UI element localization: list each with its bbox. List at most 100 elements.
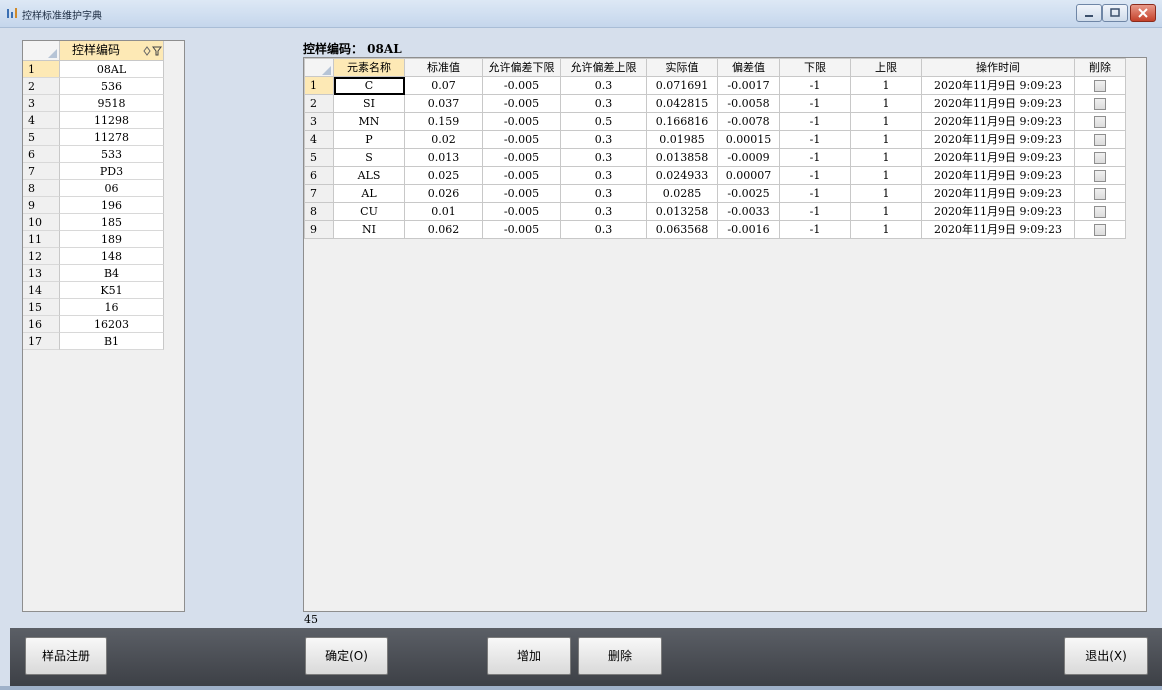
deviation-lower-cell[interactable]: -0.005 xyxy=(482,130,561,149)
table-row[interactable]: 5 S 0.013 -0.005 0.3 0.013858 -0.0009 -1 1 2020年1… xyxy=(304,148,1126,167)
lower-limit-cell[interactable]: -1 xyxy=(779,148,851,167)
sample-code-cell[interactable]: 536 xyxy=(60,78,164,95)
table-row[interactable]: 3 MN 0.159 -0.005 0.5 0.166816 -0.0078 -1 1 2020年… xyxy=(304,112,1126,131)
actual-value-cell[interactable]: 0.01985 xyxy=(646,130,718,149)
deviation-value-cell[interactable]: -0.0033 xyxy=(717,202,780,221)
delete-checkbox-cell[interactable] xyxy=(1074,112,1126,131)
sample-code-cell[interactable]: B1 xyxy=(60,333,164,350)
sample-code-cell[interactable]: 08AL xyxy=(60,61,164,78)
deviation-lower-cell[interactable]: -0.005 xyxy=(482,184,561,203)
element-name-cell[interactable]: CU xyxy=(333,202,405,221)
element-name-cell[interactable]: ALS xyxy=(333,166,405,185)
add-button[interactable]: 增加 xyxy=(487,637,571,675)
lower-limit-cell[interactable]: -1 xyxy=(779,202,851,221)
upper-limit-cell[interactable]: 1 xyxy=(850,76,922,95)
standard-value-cell[interactable]: 0.01 xyxy=(404,202,483,221)
lower-limit-cell[interactable]: -1 xyxy=(779,166,851,185)
deviation-value-cell[interactable]: -0.0058 xyxy=(717,94,780,113)
list-item[interactable]: 6 533 xyxy=(23,146,164,163)
standard-value-cell[interactable]: 0.02 xyxy=(404,130,483,149)
list-item[interactable]: 11 189 xyxy=(23,231,164,248)
delete-checkbox[interactable] xyxy=(1094,133,1106,146)
delete-checkbox[interactable] xyxy=(1094,187,1106,200)
column-header-standard-value[interactable]: 标准值 xyxy=(404,58,483,77)
table-row[interactable]: 7 AL 0.026 -0.005 0.3 0.0285 -0.0025 -1 1 2020年11… xyxy=(304,184,1126,203)
standard-value-cell[interactable]: 0.037 xyxy=(404,94,483,113)
delete-checkbox[interactable] xyxy=(1094,169,1106,182)
operation-time-cell[interactable]: 2020年11月9日 9:09:23 xyxy=(921,94,1075,113)
actual-value-cell[interactable]: 0.013858 xyxy=(646,148,718,167)
actual-value-cell[interactable]: 0.024933 xyxy=(646,166,718,185)
actual-value-cell[interactable]: 0.071691 xyxy=(646,76,718,95)
actual-value-cell[interactable]: 0.063568 xyxy=(646,220,718,239)
delete-checkbox-cell[interactable] xyxy=(1074,94,1126,113)
operation-time-cell[interactable]: 2020年11月9日 9:09:23 xyxy=(921,148,1075,167)
sample-code-cell[interactable]: K51 xyxy=(60,282,164,299)
sample-code-cell[interactable]: 9518 xyxy=(60,95,164,112)
deviation-lower-cell[interactable]: -0.005 xyxy=(482,220,561,239)
delete-checkbox[interactable] xyxy=(1094,151,1106,164)
deviation-value-cell[interactable]: -0.0016 xyxy=(717,220,780,239)
delete-checkbox-cell[interactable] xyxy=(1074,202,1126,221)
delete-checkbox[interactable] xyxy=(1094,205,1106,218)
column-header-element-name[interactable]: 元素名称 xyxy=(333,58,405,77)
list-item[interactable]: 5 11278 xyxy=(23,129,164,146)
operation-time-cell[interactable]: 2020年11月9日 9:09:23 xyxy=(921,130,1075,149)
list-item[interactable]: 13 B4 xyxy=(23,265,164,282)
sample-code-cell[interactable]: 148 xyxy=(60,248,164,265)
table-row[interactable]: 2 SI 0.037 -0.005 0.3 0.042815 -0.0058 -1 1 2020年… xyxy=(304,94,1126,113)
deviation-value-cell[interactable]: -0.0025 xyxy=(717,184,780,203)
minimize-button[interactable] xyxy=(1076,4,1102,22)
deviation-value-cell[interactable]: 0.00015 xyxy=(717,130,780,149)
list-item[interactable]: 2 536 xyxy=(23,78,164,95)
element-name-cell[interactable]: S xyxy=(333,148,405,167)
delete-checkbox-cell[interactable] xyxy=(1074,166,1126,185)
list-item[interactable]: 17 B1 xyxy=(23,333,164,350)
table-row[interactable]: 8 CU 0.01 -0.005 0.3 0.013258 -0.0033 -1 1 2020年1… xyxy=(304,202,1126,221)
actual-value-cell[interactable]: 0.0285 xyxy=(646,184,718,203)
list-item[interactable]: 8 06 xyxy=(23,180,164,197)
delete-checkbox-cell[interactable] xyxy=(1074,220,1126,239)
delete-button[interactable]: 删除 xyxy=(578,637,662,675)
deviation-upper-cell[interactable]: 0.3 xyxy=(560,130,647,149)
column-header-deviation-lower[interactable]: 允许偏差下限 xyxy=(482,58,561,77)
operation-time-cell[interactable]: 2020年11月9日 9:09:23 xyxy=(921,202,1075,221)
lower-limit-cell[interactable]: -1 xyxy=(779,76,851,95)
operation-time-cell[interactable]: 2020年11月9日 9:09:23 xyxy=(921,112,1075,131)
upper-limit-cell[interactable]: 1 xyxy=(850,220,922,239)
close-button[interactable] xyxy=(1130,4,1156,22)
list-item[interactable]: 4 11298 xyxy=(23,112,164,129)
deviation-upper-cell[interactable]: 0.3 xyxy=(560,166,647,185)
sample-code-cell[interactable]: 189 xyxy=(60,231,164,248)
deviation-lower-cell[interactable]: -0.005 xyxy=(482,202,561,221)
operation-time-cell[interactable]: 2020年11月9日 9:09:23 xyxy=(921,220,1075,239)
sample-code-cell[interactable]: 06 xyxy=(60,180,164,197)
delete-checkbox[interactable] xyxy=(1094,97,1106,110)
upper-limit-cell[interactable]: 1 xyxy=(850,148,922,167)
sample-code-cell[interactable]: 185 xyxy=(60,214,164,231)
list-item[interactable]: 12 148 xyxy=(23,248,164,265)
delete-checkbox-cell[interactable] xyxy=(1074,76,1126,95)
exit-button[interactable]: 退出(X) xyxy=(1064,637,1148,675)
list-item[interactable]: 7 PD3 xyxy=(23,163,164,180)
sample-register-button[interactable]: 样品注册 xyxy=(25,637,107,675)
element-name-cell[interactable]: C xyxy=(333,76,405,95)
deviation-lower-cell[interactable]: -0.005 xyxy=(482,76,561,95)
deviation-upper-cell[interactable]: 0.3 xyxy=(560,94,647,113)
deviation-value-cell[interactable]: 0.00007 xyxy=(717,166,780,185)
ok-button[interactable]: 确定(O) xyxy=(305,637,388,675)
sample-code-cell[interactable]: 11298 xyxy=(60,112,164,129)
delete-checkbox-cell[interactable] xyxy=(1074,184,1126,203)
deviation-lower-cell[interactable]: -0.005 xyxy=(482,112,561,131)
standard-value-cell[interactable]: 0.013 xyxy=(404,148,483,167)
upper-limit-cell[interactable]: 1 xyxy=(850,184,922,203)
lower-limit-cell[interactable]: -1 xyxy=(779,130,851,149)
grid-corner[interactable] xyxy=(304,58,334,77)
delete-checkbox-cell[interactable] xyxy=(1074,130,1126,149)
sample-code-cell[interactable]: 16203 xyxy=(60,316,164,333)
upper-limit-cell[interactable]: 1 xyxy=(850,166,922,185)
table-row[interactable]: 6 ALS 0.025 -0.005 0.3 0.024933 0.00007 -1 1 2020… xyxy=(304,166,1126,185)
delete-checkbox[interactable] xyxy=(1094,115,1106,128)
deviation-lower-cell[interactable]: -0.005 xyxy=(482,94,561,113)
element-name-cell[interactable]: MN xyxy=(333,112,405,131)
